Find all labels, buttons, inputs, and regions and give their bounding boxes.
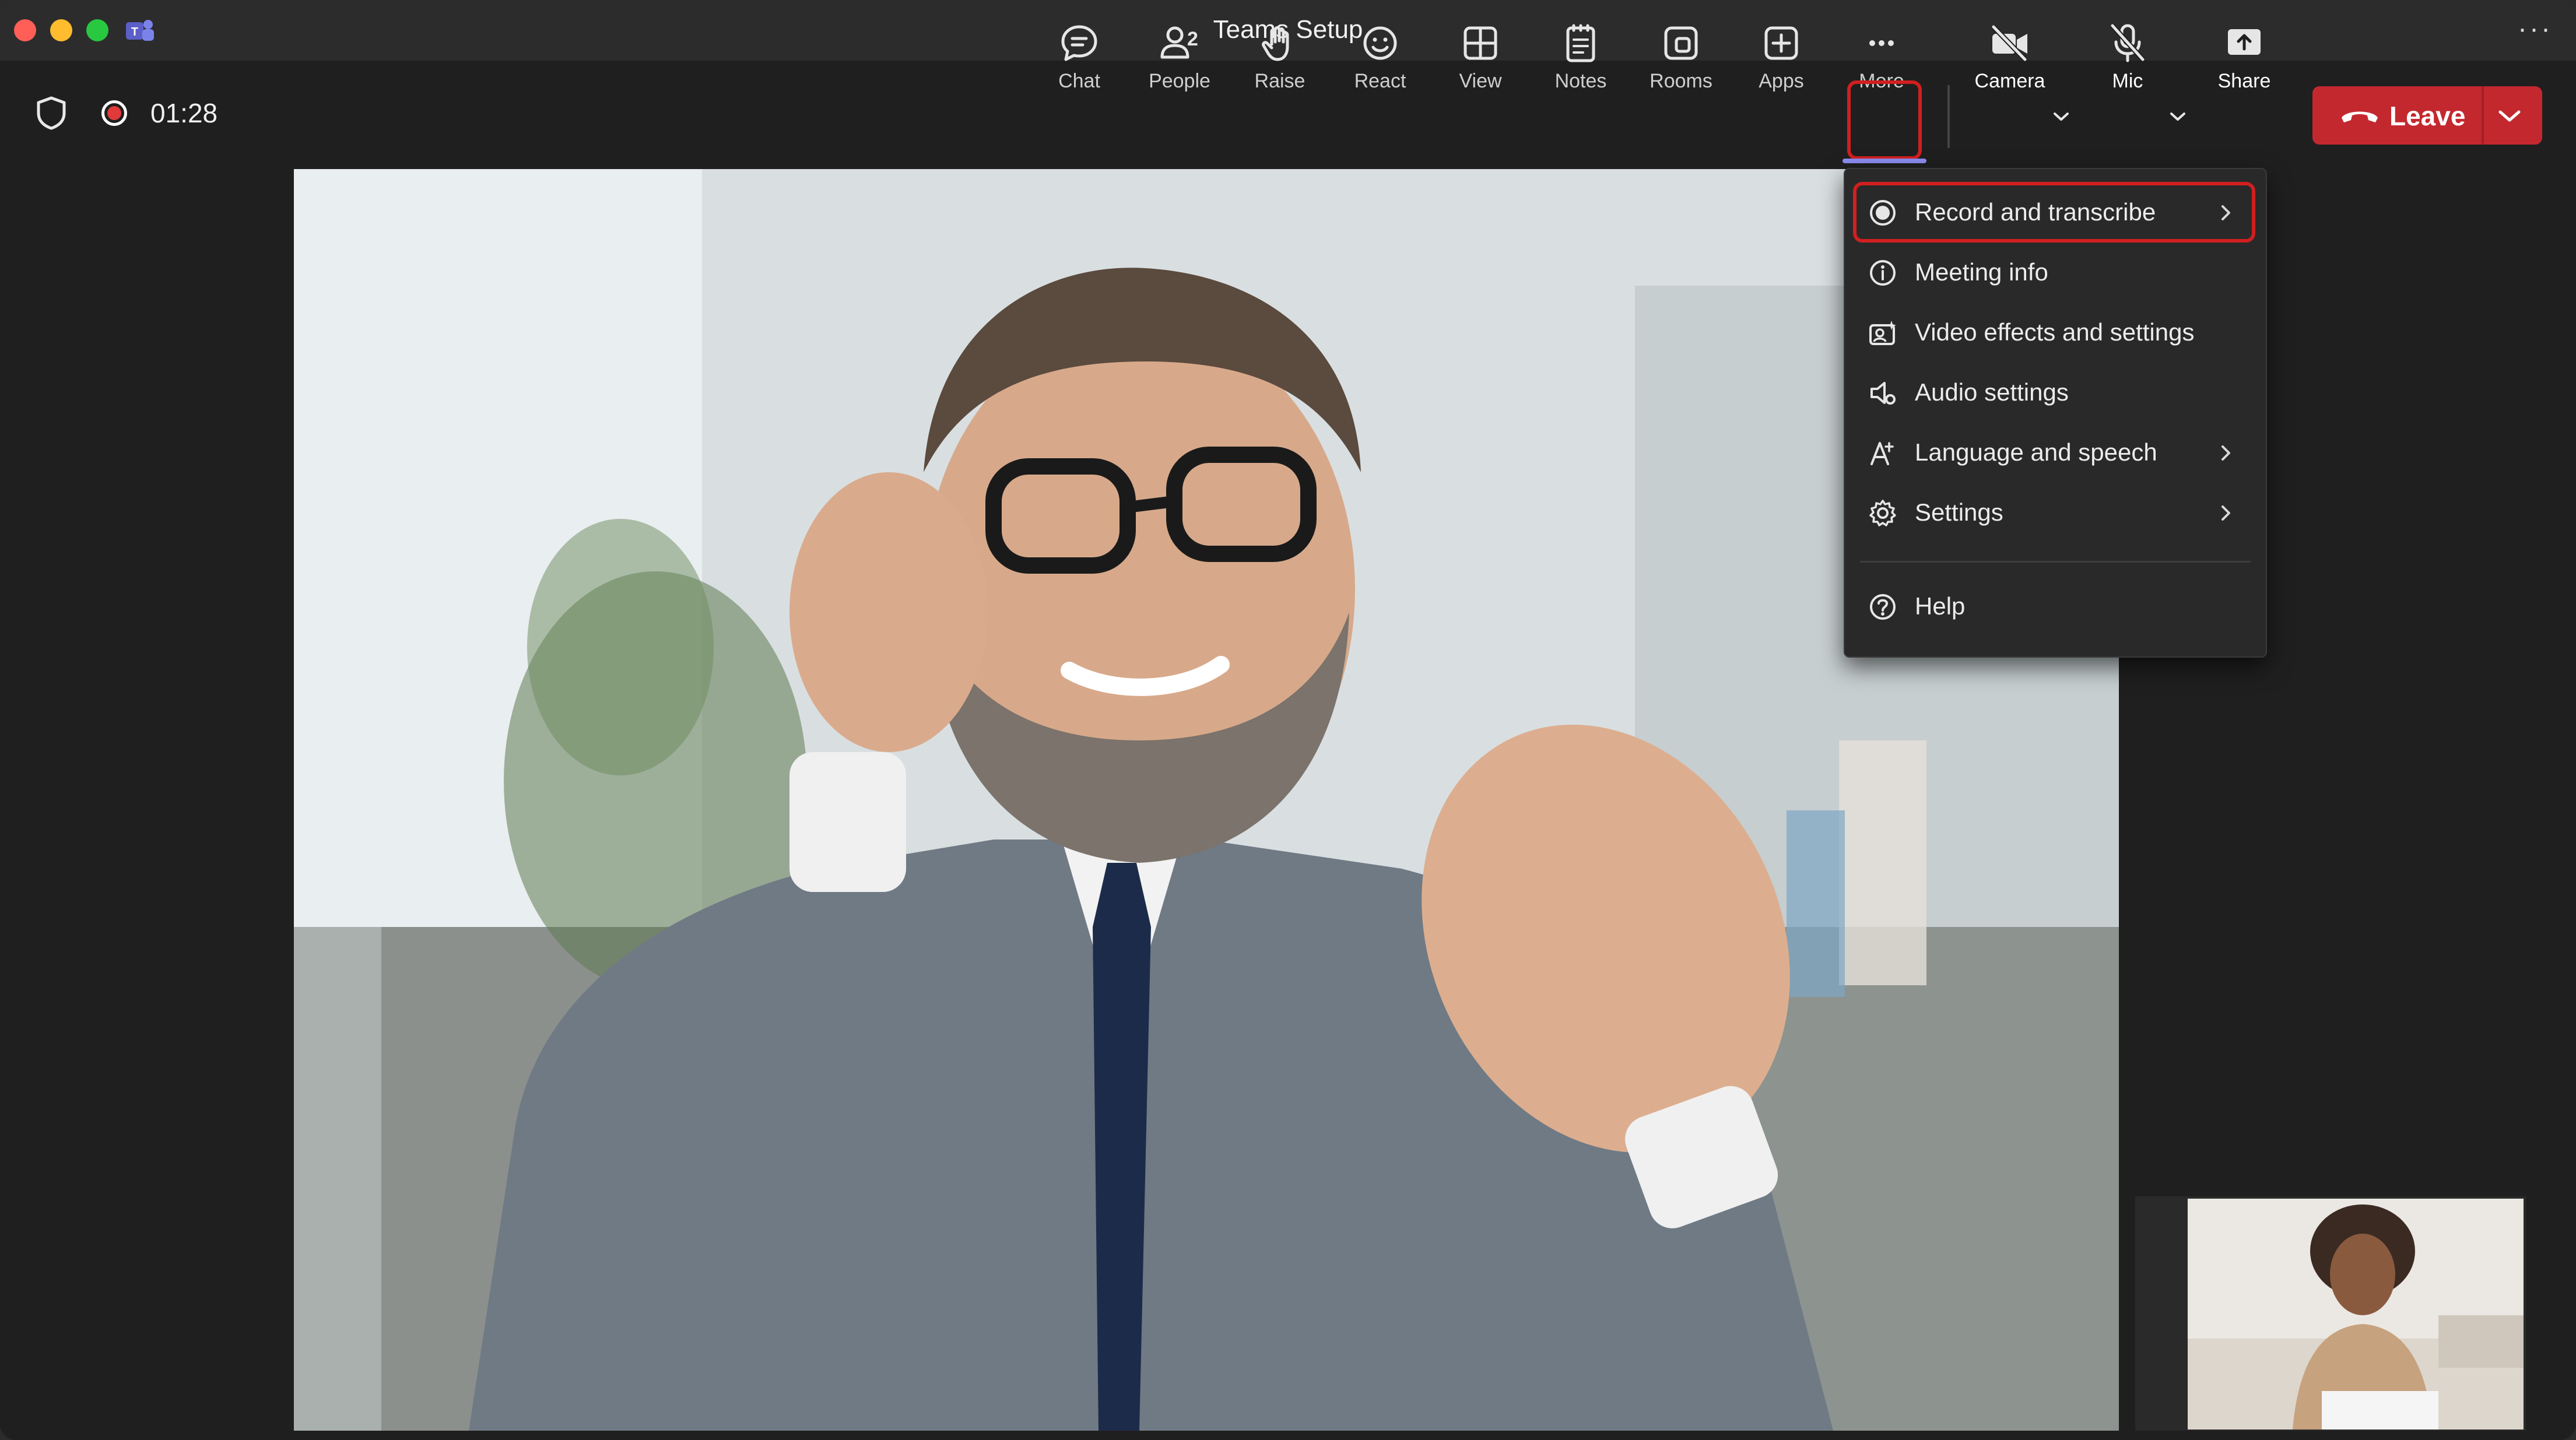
meeting-status: 01:28 [35, 96, 217, 131]
rooms-button[interactable]: Rooms [1637, 15, 1725, 101]
camera-label: Camera [1974, 70, 2045, 92]
menu-item-label: Settings [1915, 498, 2003, 526]
info-icon [1870, 260, 1896, 286]
camera-button[interactable]: Camera [1966, 15, 2054, 101]
mic-button[interactable]: Mic [2084, 15, 2171, 101]
chevron-right-icon [2221, 445, 2230, 461]
more-options-menu: Record and transcribe Meeting info Video… [1844, 168, 2267, 658]
menu-item-label: Video effects and settings [1915, 318, 2195, 346]
smiley-icon [1363, 26, 1397, 60]
gear-icon [1869, 500, 1896, 526]
mic-options-chevron-icon[interactable] [2169, 111, 2187, 122]
share-label: Share [2217, 70, 2271, 92]
self-view-image [2188, 1199, 2524, 1430]
react-button[interactable]: React [1336, 15, 1424, 101]
chevron-right-icon [2221, 505, 2230, 521]
rooms-label: Rooms [1650, 70, 1712, 92]
language-speech-icon [1870, 442, 1894, 465]
audio-settings-icon [1870, 382, 1896, 405]
menu-item-help[interactable]: Help [1845, 577, 2266, 635]
more-button-highlight [1847, 80, 1922, 160]
people-button[interactable]: 2 People [1136, 15, 1223, 101]
help-icon [1870, 594, 1896, 620]
apps-button[interactable]: Apps [1738, 15, 1825, 101]
notes-icon [1566, 24, 1595, 62]
menu-item-audio-settings[interactable]: Audio settings [1845, 363, 2266, 422]
camera-off-icon [1991, 24, 2027, 62]
apps-label: Apps [1759, 70, 1804, 92]
menu-item-label: Help [1915, 592, 1966, 620]
people-label: People [1149, 70, 1210, 92]
menu-divider [1860, 561, 2251, 563]
record-and-transcribe-highlight [1853, 182, 2255, 243]
window-more-icon[interactable]: ··· [2518, 13, 2553, 45]
react-label: React [1354, 70, 1406, 92]
mic-label: Mic [2112, 70, 2143, 92]
share-upload-icon [2228, 29, 2261, 55]
ellipsis-icon [1869, 40, 1894, 46]
menu-item-label: Language and speech [1915, 438, 2157, 466]
notes-button[interactable]: Notes [1537, 15, 1624, 101]
notes-label: Notes [1554, 70, 1607, 92]
view-label: View [1459, 70, 1502, 92]
more-active-indicator [1842, 159, 1926, 163]
menu-item-settings[interactable]: Settings [1845, 483, 2266, 542]
add-app-icon [1764, 26, 1798, 60]
raise-hand-button[interactable]: Raise [1236, 15, 1324, 101]
leave-divider [2482, 86, 2484, 145]
camera-options-chevron-icon[interactable] [2052, 111, 2070, 122]
leave-button[interactable]: Leave [2312, 86, 2542, 145]
self-view-video[interactable] [2188, 1199, 2524, 1430]
hang-up-icon [2342, 111, 2378, 122]
raise-label: Raise [1254, 70, 1305, 92]
video-effects-icon [1869, 321, 1896, 345]
chat-bubble-icon [1061, 25, 1097, 61]
chat-button[interactable]: Chat [1036, 15, 1123, 101]
menu-item-meeting-info[interactable]: Meeting info [1845, 243, 2266, 301]
leave-options-chevron-icon[interactable] [2497, 108, 2522, 124]
menu-item-label: Meeting info [1915, 258, 2048, 286]
grid-view-icon [1464, 26, 1497, 60]
toolbar-separator [1947, 85, 1950, 148]
menu-item-label: Audio settings [1915, 378, 2069, 406]
raise-hand-icon [1262, 26, 1289, 61]
menu-item-language-and-speech[interactable]: Language and speech [1845, 423, 2266, 482]
meeting-timer: 01:28 [150, 98, 218, 128]
share-button[interactable]: Share [2201, 15, 2288, 101]
teams-window: T Teams Setup ··· 01:28 Chat 2 People Ra… [0, 0, 2576, 1440]
people-count-badge: 2 [1187, 28, 1198, 50]
recording-indicator-icon [101, 100, 127, 126]
rooms-icon [1664, 26, 1698, 60]
mic-off-icon [2110, 23, 2145, 62]
menu-item-video-effects[interactable]: Video effects and settings [1845, 303, 2266, 361]
leave-label: Leave [2389, 101, 2466, 131]
chat-label: Chat [1058, 70, 1100, 92]
shield-icon[interactable] [35, 96, 68, 131]
view-button[interactable]: View [1437, 15, 1524, 101]
